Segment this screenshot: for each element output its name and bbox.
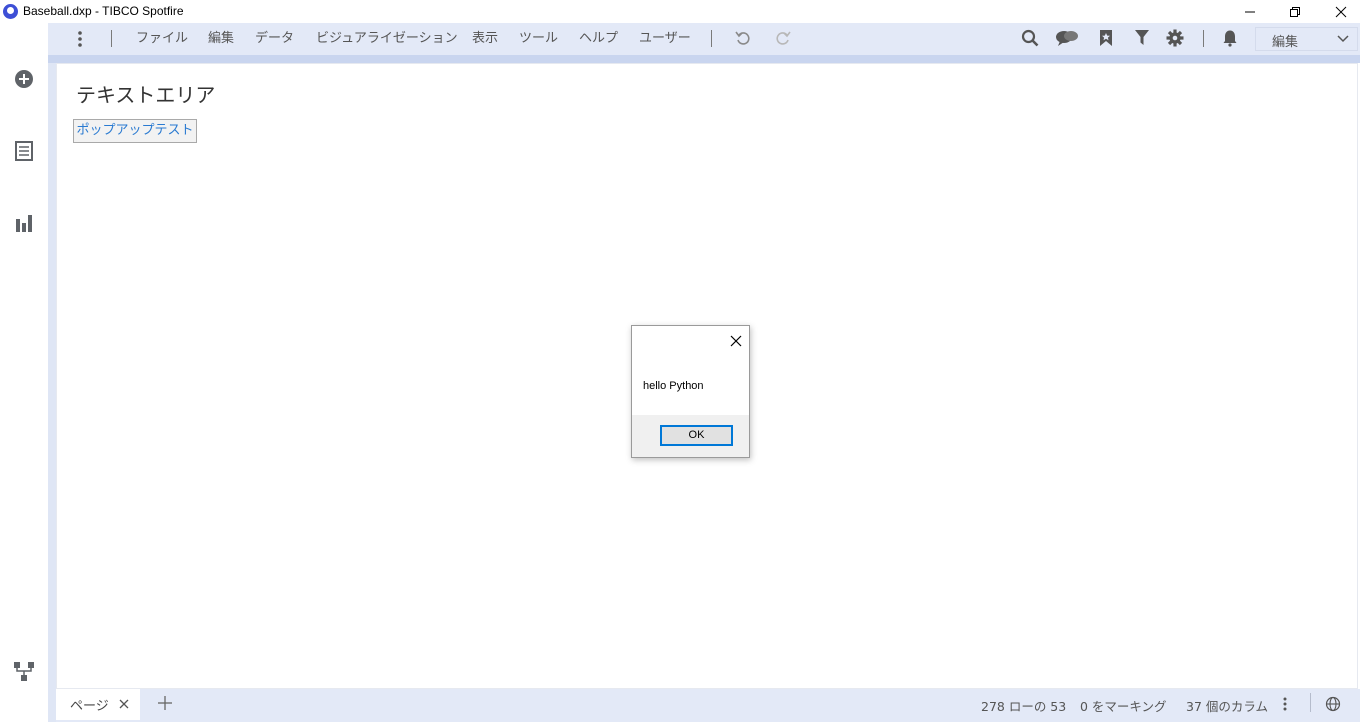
restore-icon [1290,6,1300,17]
close-window-button[interactable] [1318,0,1360,23]
search-icon[interactable] [1018,27,1042,49]
menu-tools[interactable]: ツール [519,30,558,48]
filter-icon[interactable] [1130,27,1154,49]
add-page-icon[interactable] [157,695,173,711]
left-rail [0,23,48,722]
popup-test-button[interactable]: ポップアップテスト [73,119,197,143]
bookmark-icon[interactable] [1094,27,1118,49]
chevron-down-icon [1337,35,1349,43]
settings-icon[interactable] [1163,27,1187,49]
more-menu-button[interactable] [74,29,86,49]
minimize-icon [1245,11,1255,12]
menu-separator [111,30,112,47]
menu-visualization[interactable]: ビジュアライゼーション [316,30,458,48]
dialog-close-button[interactable] [726,331,746,351]
page-tab-label: ページ [70,699,109,714]
mode-select-value: 編集 [1272,35,1299,50]
menu-help[interactable]: ヘルプ [579,30,618,48]
menu-data[interactable]: データ [255,30,294,48]
restore-button[interactable] [1272,0,1318,23]
rail-divider [48,23,56,722]
minimize-button[interactable] [1227,0,1273,23]
close-icon [730,335,742,347]
data-table-icon[interactable] [12,139,36,163]
ok-button[interactable]: OK [660,425,733,446]
spotfire-logo-icon [3,4,18,19]
status-separator [1310,693,1311,712]
mode-select[interactable]: 編集 [1255,27,1358,51]
window-title: Baseball.dxp - TIBCO Spotfire [23,4,184,18]
menu-bar-underline [48,55,1360,63]
dialog-footer: OK [632,415,749,457]
menu-view[interactable]: 表示 [472,30,498,48]
title-bar: Baseball.dxp - TIBCO Spotfire [0,0,1360,23]
rows-status: 278 ローの 53 [981,699,1067,714]
marking-status: 0 をマーキング [1080,699,1167,714]
add-icon[interactable] [12,67,36,91]
redo-icon[interactable] [771,27,795,49]
menu-file[interactable]: ファイル [136,30,188,48]
menu-separator [1203,30,1204,47]
status-more-icon[interactable] [1280,696,1290,712]
page-tab[interactable]: ページ [56,689,140,720]
kebab-icon [78,31,82,47]
comments-icon[interactable] [1054,27,1080,49]
notifications-icon[interactable] [1218,27,1242,49]
menu-edit[interactable]: 編集 [208,30,234,48]
menu-separator [711,30,712,47]
menu-user[interactable]: ユーザー [639,30,691,48]
page-tab-close-icon[interactable] [118,698,130,710]
columns-status: 37 個のカラム [1186,699,1269,714]
text-area-heading: テキストエリア [76,83,216,107]
close-icon [1335,6,1347,17]
dialog-message: hello Python [643,380,704,392]
globe-icon[interactable] [1325,696,1341,712]
data-canvas-icon[interactable] [12,660,36,684]
undo-icon[interactable] [731,27,755,49]
visualization-icon[interactable] [12,211,36,235]
message-dialog: hello Python OK [631,325,750,458]
